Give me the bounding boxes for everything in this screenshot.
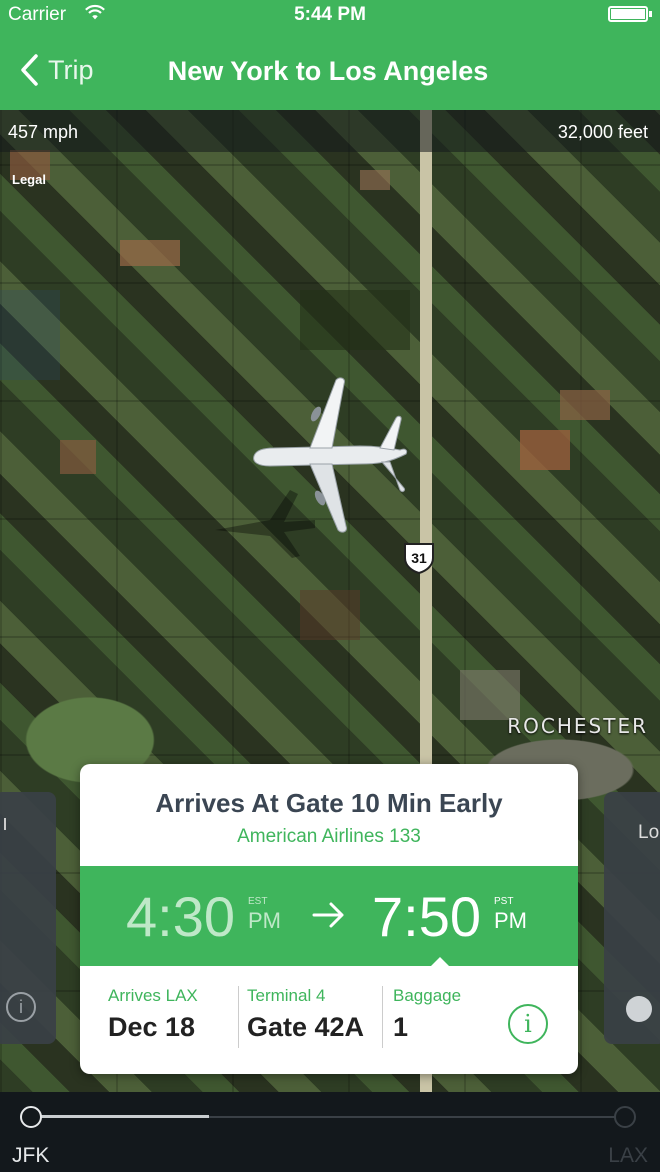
highway-shield-icon: 31 [404, 543, 434, 574]
status-bar: Carrier 5:44 PM [0, 0, 660, 30]
arrival-details: Arrives LAX Dec 18 Terminal 4 Gate 42A B… [80, 986, 578, 1056]
legal-link[interactable]: Legal [12, 172, 46, 187]
route-number: 31 [411, 550, 427, 566]
arrival-timezone: PST [494, 896, 514, 907]
page-title: New York to Los Angeles [167, 56, 489, 86]
arrival-date-value: Dec 18 [108, 1012, 196, 1042]
battery-icon [608, 6, 652, 22]
clock: 5:44 PM [294, 4, 366, 25]
flight-progress-timeline: JFK LAX [0, 1092, 660, 1172]
baggage-cell: Baggage 1 [382, 986, 461, 1048]
next-card-label: Lo [638, 822, 660, 843]
arrow-right-icon [312, 902, 344, 928]
card-edge-mark [4, 818, 6, 830]
destination-airport: LAX [608, 1144, 648, 1167]
arrival-date-label: Arrives LAX [108, 986, 198, 1005]
previous-flight-card[interactable]: i [0, 792, 56, 1044]
flight-status-headline: Arrives At Gate 10 Min Early [155, 788, 503, 818]
origin-airport: JFK [12, 1144, 50, 1167]
departure-time: 4:30 [126, 885, 235, 948]
gate-value: Gate 42A [247, 1012, 365, 1042]
arrival-ampm: PM [494, 908, 527, 933]
info-icon[interactable]: i [6, 992, 36, 1022]
altitude-readout: 32,000 feet [557, 122, 648, 142]
departure-ampm: PM [248, 908, 281, 933]
terminal-label: Terminal 4 [247, 986, 326, 1005]
terminal-gate-cell: Terminal 4 Gate 42A [238, 986, 364, 1048]
time-band: 4:30 EST PM 7:50 PST PM [80, 866, 578, 967]
status-dot-icon [626, 996, 652, 1022]
arrival-time: 7:50 [372, 885, 481, 948]
airline-flight-number: American Airlines 133 [237, 826, 421, 847]
progress-fill [30, 1115, 209, 1118]
destination-marker[interactable] [614, 1106, 636, 1128]
info-icon[interactable]: i [508, 1004, 548, 1044]
airplane-icon [253, 377, 408, 533]
baggage-value: 1 [393, 1012, 409, 1042]
city-label: ROCHESTER [507, 714, 648, 738]
band-notch [430, 957, 450, 967]
arrival-date-cell: Arrives LAX Dec 18 [108, 986, 198, 1043]
origin-marker[interactable] [20, 1106, 42, 1128]
flight-status-card[interactable]: Arrives At Gate 10 Min Early American Ai… [80, 764, 578, 1074]
baggage-label: Baggage [393, 986, 462, 1005]
navigation-bar: Trip New York to Los Angeles [0, 30, 660, 110]
departure-timezone: EST [248, 896, 268, 907]
next-flight-card[interactable]: Lo [604, 792, 660, 1044]
speed-readout: 457 mph [8, 122, 79, 142]
